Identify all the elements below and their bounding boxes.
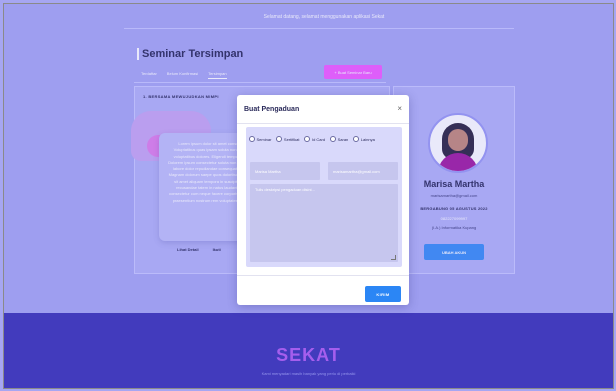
radio-circle-icon[interactable] xyxy=(304,136,311,142)
browser-frame: Selamat datang, selamat menggunakan apli… xyxy=(3,3,614,389)
textarea-placeholder: Tulis deskripsi pengaduan disini... xyxy=(255,187,315,192)
name-field[interactable]: Marisa Martha xyxy=(250,162,320,180)
complaint-textarea[interactable]: Tulis deskripsi pengaduan disini... xyxy=(250,184,398,262)
modal-header: Buat Pengaduan × xyxy=(237,95,409,124)
radio-id-card[interactable]: Id Card xyxy=(304,136,325,142)
resize-handle-icon[interactable] xyxy=(391,255,396,260)
modal-form: Seminar Sertifikat Id Card Saran Lainnya… xyxy=(246,127,402,267)
radio-sertifikat[interactable]: Sertifikat xyxy=(276,136,299,142)
category-radio-group: Seminar Sertifikat Id Card Saran Lainnya xyxy=(249,136,399,142)
radio-circle-icon[interactable] xyxy=(249,136,255,142)
divider xyxy=(237,275,409,276)
radio-seminar[interactable]: Seminar xyxy=(249,136,271,142)
radio-saran[interactable]: Saran xyxy=(330,136,348,142)
radio-circle-icon[interactable] xyxy=(353,136,360,142)
submit-button[interactable]: KIRIM xyxy=(365,286,401,302)
email-field[interactable]: marisamartha@gmail.com xyxy=(328,162,398,180)
modal-title: Buat Pengaduan xyxy=(244,106,300,113)
radio-circle-icon[interactable] xyxy=(276,136,283,142)
close-icon[interactable]: × xyxy=(397,104,402,113)
radio-lainnya[interactable]: Lainnya xyxy=(353,136,375,142)
radio-circle-icon[interactable] xyxy=(330,136,337,142)
complaint-modal: Buat Pengaduan × Seminar Sertifikat Id C… xyxy=(237,95,409,305)
